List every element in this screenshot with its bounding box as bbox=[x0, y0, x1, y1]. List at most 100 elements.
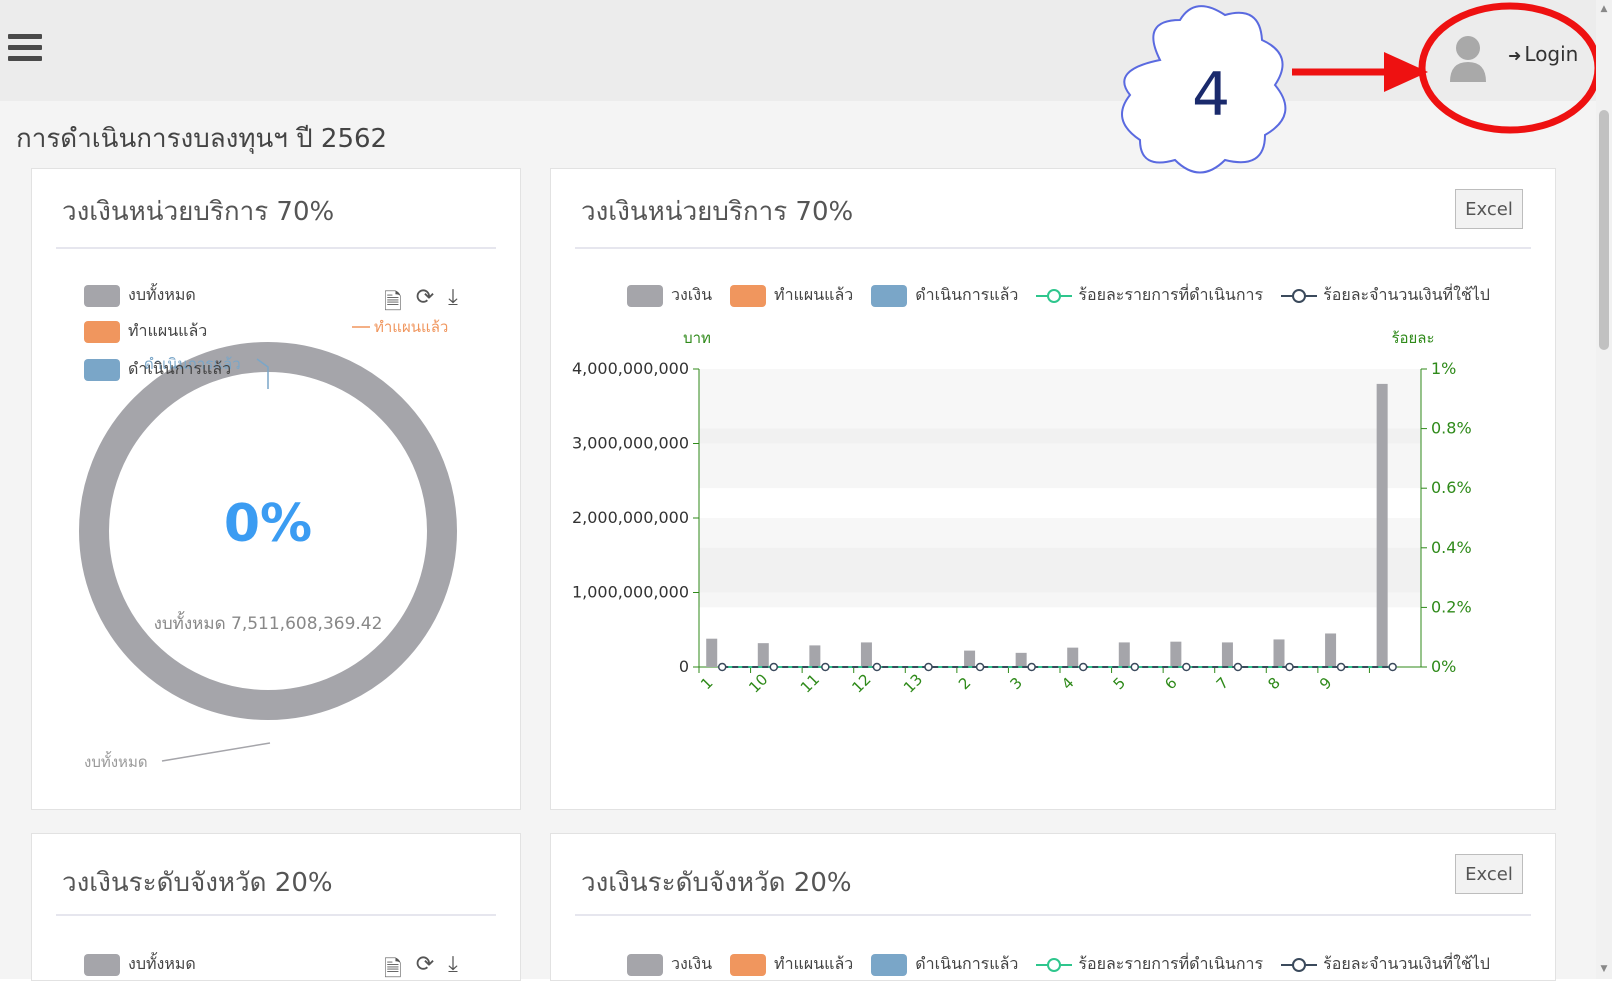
legend-label: ร้อยละจำนวนเงินที่ใช้ไป bbox=[1323, 954, 1490, 973]
chart-toolbar: 🗎 ⟳ ⤓ bbox=[384, 952, 458, 990]
point-pct-money bbox=[717, 662, 727, 672]
plot-band-secondary bbox=[699, 369, 1421, 429]
point-pct-money bbox=[1182, 662, 1191, 672]
scroll-down-icon[interactable]: ▼ bbox=[1599, 964, 1609, 974]
plot-band-secondary bbox=[699, 428, 1421, 489]
annotation-step-number: 4 bbox=[1192, 60, 1231, 130]
y2-tick-label: 0.6% bbox=[1431, 478, 1472, 497]
legend-item-total[interactable]: งบทั้งหมด bbox=[84, 952, 196, 977]
point-pct-money bbox=[1336, 662, 1346, 672]
excel-export-button[interactable]: Excel bbox=[1455, 189, 1523, 229]
download-icon[interactable]: ⤓ bbox=[448, 952, 458, 990]
callout-total-label: งบทั้งหมด bbox=[84, 751, 148, 771]
point-pct-money bbox=[1388, 662, 1397, 672]
scrollbar-thumb[interactable] bbox=[1599, 110, 1609, 350]
legend-label: ดำเนินการแล้ว bbox=[915, 954, 1019, 973]
bar-budget bbox=[757, 643, 769, 667]
top-navbar: ➜ Login bbox=[0, 0, 1612, 102]
line-marker-icon bbox=[1281, 957, 1318, 972]
x-tick-label: 4 bbox=[1058, 674, 1077, 693]
plot-band-secondary bbox=[699, 547, 1421, 608]
callout-planned-label: ทำแผนแล้ว bbox=[374, 318, 448, 336]
legend-item-done[interactable]: ดำเนินการแล้ว bbox=[84, 357, 231, 382]
bar-budget bbox=[1221, 642, 1233, 667]
legend-label: ทำแผนแล้ว bbox=[774, 954, 854, 973]
excel-export-button[interactable]: Excel bbox=[1455, 854, 1523, 894]
menu-toggle-icon[interactable] bbox=[8, 34, 42, 66]
sign-in-icon: ➜ bbox=[1508, 46, 1522, 65]
refresh-icon[interactable]: ⟳ bbox=[416, 952, 434, 990]
x-tick-label: 6 bbox=[1161, 674, 1180, 693]
point-pct-money bbox=[769, 662, 779, 672]
bar-card-province: วงเงินระดับจังหวัด 20% Excel วงเงิน ทำแผ… bbox=[550, 833, 1556, 981]
login-link[interactable]: ➜ Login bbox=[1508, 42, 1578, 66]
x-tick-label: 13 bbox=[900, 670, 926, 696]
legend-item-done[interactable]: ดำเนินการแล้ว bbox=[871, 952, 1018, 977]
bar-budget bbox=[706, 638, 718, 667]
x-tick-label: 10 bbox=[745, 670, 771, 696]
legend-swatch bbox=[871, 953, 908, 976]
page-scrollbar[interactable]: ▲ ▼ bbox=[1596, 0, 1612, 979]
y2-tick-label: 0.4% bbox=[1431, 538, 1472, 557]
line-marker-icon bbox=[1036, 957, 1073, 972]
bar-chart: บาท ร้อยละ 0 1,000,000,000 2,000,000,000 3,00… bbox=[572, 329, 1472, 697]
document-icon[interactable]: 🗎 bbox=[384, 952, 402, 990]
bar-card-service: วงเงินหน่วยบริการ 70% Excel วงเงิน ทำแผน… bbox=[550, 168, 1556, 810]
point-pct-money bbox=[872, 662, 882, 672]
x-tick-label: 9 bbox=[1316, 674, 1335, 693]
y-tick-label: 2,000,000,000 bbox=[572, 508, 689, 527]
point-pct-money bbox=[1027, 662, 1036, 672]
donut-center-percent: 0% bbox=[224, 494, 312, 554]
legend-item-planned[interactable]: ทำแผนแล้ว bbox=[730, 952, 853, 977]
bar-budget bbox=[1067, 647, 1079, 667]
x-tick-label: 7 bbox=[1213, 674, 1232, 693]
legend-swatch bbox=[84, 953, 120, 976]
x-tick-label: 2 bbox=[955, 674, 974, 693]
bar-budget bbox=[1325, 633, 1337, 667]
point-pct-money bbox=[924, 662, 933, 672]
y-tick-label: 4,000,000,000 bbox=[572, 359, 689, 378]
y-tick-label: 1,000,000,000 bbox=[572, 583, 689, 602]
plot-band-secondary bbox=[699, 488, 1421, 548]
point-pct-money bbox=[821, 662, 830, 672]
login-label: Login bbox=[1524, 42, 1579, 66]
scroll-up-icon[interactable]: ▲ bbox=[1599, 4, 1609, 14]
y-tick-label: 3,000,000,000 bbox=[572, 434, 689, 453]
point-pct-money bbox=[1078, 662, 1088, 672]
y2-tick-label: 0% bbox=[1431, 657, 1456, 676]
point-pct-money bbox=[975, 662, 985, 672]
bar-budget bbox=[860, 642, 872, 667]
card-title: วงเงินหน่วยบริการ 70% bbox=[581, 197, 854, 227]
point-pct-money bbox=[1285, 662, 1294, 672]
legend-swatch bbox=[84, 358, 120, 381]
x-tick-label: 11 bbox=[797, 670, 823, 696]
legend-label: วงเงิน bbox=[671, 954, 713, 973]
donut-center-label: งบทั้งหมด 7,511,608,369.42 bbox=[154, 611, 383, 634]
x-tick-label: 3 bbox=[1006, 674, 1025, 693]
user-avatar-icon[interactable] bbox=[1446, 32, 1490, 82]
chart-legend: วงเงิน ทำแผนแล้ว ดำเนินการแล้ว ร้อยละราย… bbox=[627, 952, 1490, 977]
bar-budget bbox=[1170, 641, 1182, 667]
x-tick-label: 1 bbox=[697, 674, 716, 693]
y2-tick-label: 1% bbox=[1431, 359, 1456, 378]
x-tick-label: 8 bbox=[1264, 674, 1283, 693]
donut-card-service: วงเงินหน่วยบริการ 70% งบทั้งหมด ทำแผนแล้… bbox=[31, 168, 521, 810]
y2-tick-label: 0.2% bbox=[1431, 597, 1472, 616]
bar-budget bbox=[1118, 642, 1130, 667]
legend-item-budget[interactable]: วงเงิน bbox=[627, 952, 712, 977]
x-tick-label: 5 bbox=[1110, 674, 1129, 693]
legend-swatch bbox=[627, 953, 663, 976]
bar-budget bbox=[1273, 639, 1285, 667]
y-tick-label: 0 bbox=[679, 657, 689, 676]
legend-label: งบทั้งหมด bbox=[128, 954, 196, 973]
legend-swatch bbox=[730, 953, 767, 976]
donut-chart: 0% งบทั้งหมด 7,511,608,369.42 ทำแผนแล้ว … bbox=[79, 318, 457, 771]
card-title: วงเงินระดับจังหวัด 20% bbox=[581, 868, 852, 898]
legend-item-pct-items[interactable]: ร้อยละรายการที่ดำเนินการ bbox=[1036, 952, 1263, 977]
page-title: การดำเนินการงบลงทุนฯ ปี 2562 bbox=[16, 124, 388, 154]
card-divider bbox=[575, 914, 1531, 916]
legend-item-pct-money[interactable]: ร้อยละจำนวนเงินที่ใช้ไป bbox=[1281, 952, 1490, 977]
bar-budget bbox=[1376, 383, 1388, 667]
y-axis-left-title: บาท bbox=[683, 329, 711, 347]
point-pct-money bbox=[1130, 662, 1140, 672]
